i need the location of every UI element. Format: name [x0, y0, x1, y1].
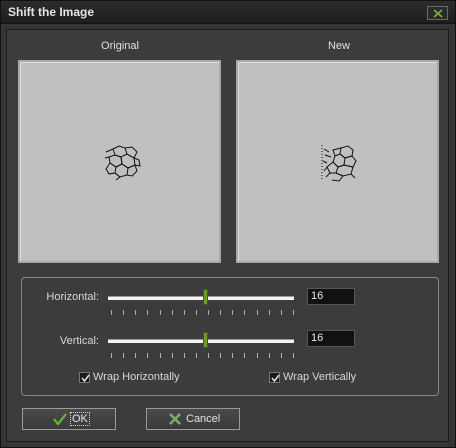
slider-tick	[293, 353, 294, 358]
slider-tick	[220, 310, 221, 315]
new-label: New	[327, 40, 350, 52]
cancel-label: Cancel	[186, 413, 221, 425]
slider-tick	[123, 353, 124, 358]
slider-tick	[293, 310, 294, 315]
new-pattern	[321, 145, 357, 182]
close-button[interactable]	[427, 6, 448, 20]
horizontal-label: Horizontal:	[46, 291, 99, 303]
slider-tick	[220, 353, 221, 358]
slider-tick	[172, 310, 173, 315]
checkmark-icon	[53, 413, 67, 426]
ok-button[interactable]: OK	[22, 408, 116, 430]
new-preview	[236, 60, 439, 263]
horizontal-ticks	[111, 310, 295, 316]
original-pattern	[104, 145, 141, 181]
close-icon	[433, 9, 443, 18]
slider-tick	[160, 310, 161, 315]
slider-tick	[160, 353, 161, 358]
slider-tick	[257, 310, 258, 315]
slider-tick	[269, 310, 270, 315]
checkmark-icon	[271, 374, 280, 383]
slider-tick	[244, 310, 245, 315]
horizontal-value-field[interactable]: 16	[307, 288, 355, 305]
wrap-vertically-label: Wrap Vertically	[283, 371, 357, 383]
slider-tick	[281, 353, 282, 358]
horizontal-slider-thumb[interactable]	[203, 289, 208, 305]
shift-image-dialog: Shift the Image Original New Horizontal:…	[0, 0, 456, 448]
slider-tick	[196, 353, 197, 358]
slider-tick	[232, 353, 233, 358]
slider-tick	[232, 310, 233, 315]
vertical-ticks	[111, 353, 295, 359]
slider-tick	[196, 310, 197, 315]
original-preview	[18, 60, 221, 263]
slider-tick	[184, 310, 185, 315]
slider-tick	[135, 353, 136, 358]
slider-tick	[111, 353, 112, 358]
checkmark-icon	[81, 374, 90, 383]
slider-tick	[172, 353, 173, 358]
title-bar: Shift the Image	[1, 1, 455, 24]
cancel-x-icon	[169, 413, 181, 425]
window-title: Shift the Image	[8, 5, 95, 19]
checkbox-box[interactable]	[79, 372, 90, 383]
horizontal-slider-track	[108, 296, 294, 300]
slider-tick	[147, 353, 148, 358]
ok-label: OK	[70, 412, 90, 426]
vertical-slider-thumb[interactable]	[203, 332, 208, 348]
slider-tick	[269, 353, 270, 358]
slider-tick	[244, 353, 245, 358]
vertical-label: Vertical:	[59, 335, 99, 347]
slider-tick	[111, 310, 112, 315]
cancel-button[interactable]: Cancel	[146, 408, 240, 430]
vertical-value-field[interactable]: 16	[307, 330, 355, 347]
slider-tick	[147, 310, 148, 315]
original-label: Original	[101, 40, 139, 52]
slider-tick	[281, 310, 282, 315]
slider-tick	[257, 353, 258, 358]
slider-tick	[123, 310, 124, 315]
slider-tick	[135, 310, 136, 315]
checkbox-box[interactable]	[269, 372, 280, 383]
wrap-horizontally-label: Wrap Horizontally	[93, 371, 180, 383]
slider-tick	[184, 353, 185, 358]
slider-tick	[208, 353, 209, 358]
vertical-slider-track	[108, 339, 294, 343]
slider-tick	[208, 310, 209, 315]
